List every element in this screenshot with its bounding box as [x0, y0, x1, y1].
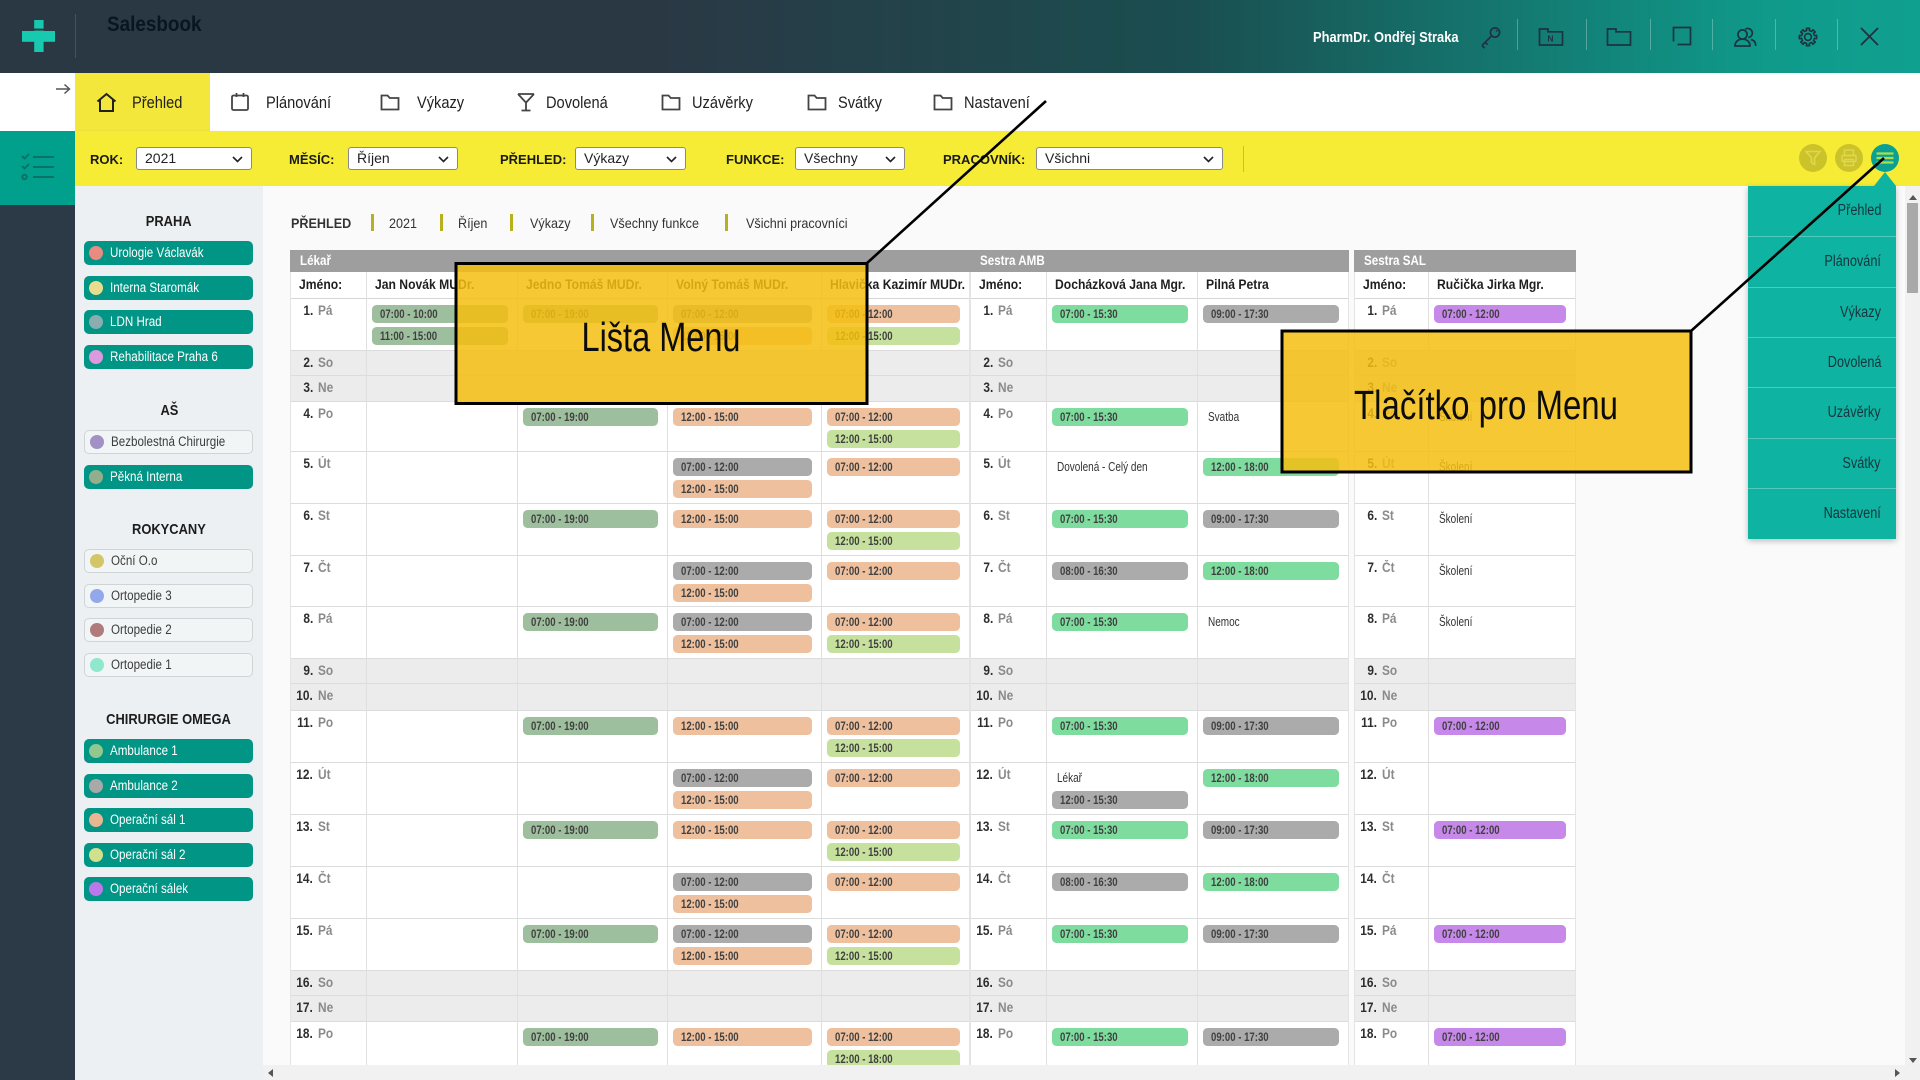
svg-text:N: N [1547, 34, 1553, 44]
